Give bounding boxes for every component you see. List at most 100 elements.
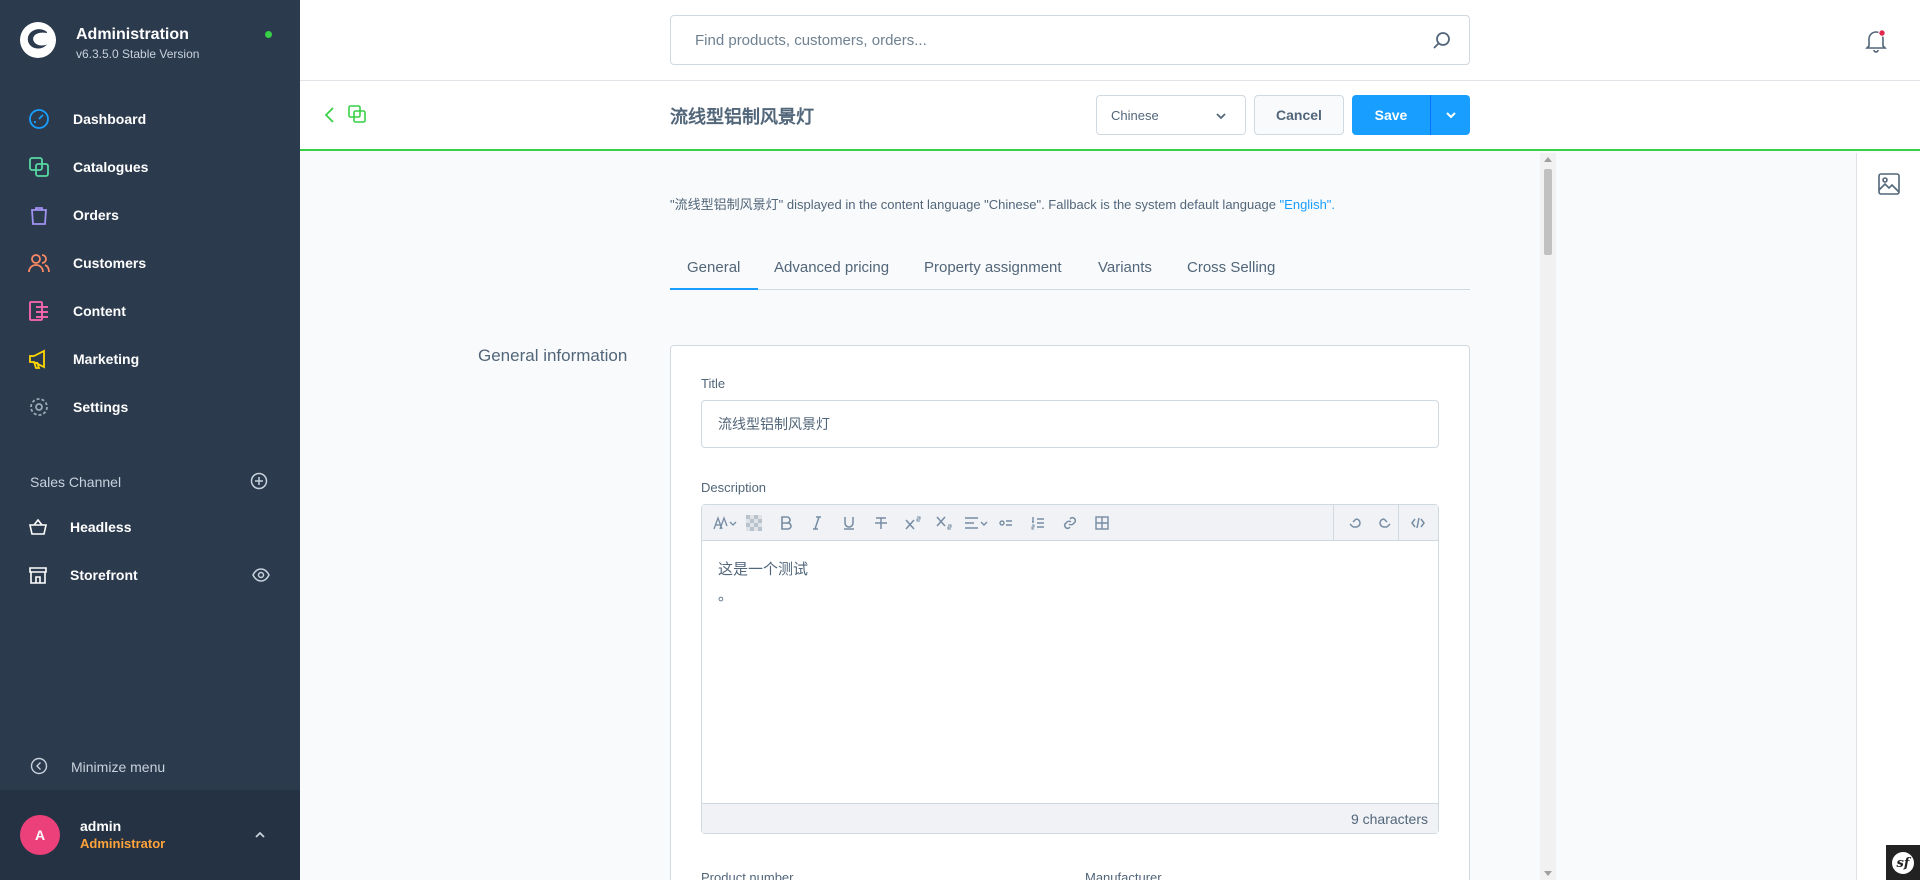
storefront-icon [29, 567, 47, 584]
sales-channel-header: Sales Channel [30, 474, 122, 490]
language-select-value: Chinese [1111, 108, 1159, 123]
nav-item-dashboard[interactable]: Dashboard [0, 95, 300, 143]
title-input[interactable]: 流线型铝制风景灯 [701, 400, 1439, 448]
nav-item-content[interactable]: Content [0, 287, 300, 335]
content-icon [29, 301, 48, 321]
chevron-down-icon [1216, 113, 1226, 120]
language-info-text: "流线型铝制风景灯" displayed in the content lang… [670, 194, 1335, 213]
code-view-icon[interactable] [1409, 514, 1427, 532]
description-label: Description [701, 480, 767, 495]
shopware-logo-icon [20, 22, 56, 58]
main-navigation: Dashboard Catalogues Orders Customers Co… [0, 95, 300, 431]
sales-channel-label: Storefront [70, 567, 138, 583]
tab-cross-selling[interactable]: Cross Selling [1187, 259, 1275, 290]
eye-icon[interactable] [252, 568, 270, 582]
symfony-logo-icon: sf [1892, 852, 1914, 874]
nav-item-orders[interactable]: Orders [0, 191, 300, 239]
user-name: admin [80, 818, 122, 834]
save-options-button[interactable] [1430, 95, 1470, 135]
user-role: Administrator [80, 836, 166, 851]
duplicate-icon[interactable] [348, 105, 366, 123]
save-button[interactable]: Save [1352, 95, 1430, 135]
text-align-icon[interactable] [964, 514, 988, 532]
sales-channel-item-headless[interactable]: Headless [0, 505, 300, 549]
online-status-dot [265, 31, 272, 38]
nav-label: Customers [73, 255, 147, 271]
redo-icon[interactable] [1377, 514, 1395, 532]
tab-advanced-pricing[interactable]: Advanced pricing [774, 259, 889, 290]
nav-label: Marketing [73, 351, 140, 367]
text-style-icon[interactable] [712, 514, 738, 532]
bold-icon[interactable] [777, 514, 795, 532]
search-input[interactable] [672, 17, 1412, 63]
smart-bar: 流线型铝制风景灯 Chinese Cancel Save [300, 81, 1920, 151]
media-image-icon[interactable] [1878, 173, 1900, 195]
language-info-prefix: "流线型铝制风景灯" displayed in the content lang… [670, 197, 1280, 212]
marketing-icon [29, 349, 45, 369]
description-line: 这是一个测试 [718, 561, 809, 578]
back-arrow-icon[interactable] [323, 106, 337, 124]
manufacturer-label: Manufacturer [1085, 870, 1162, 880]
product-number-label: Product number [701, 870, 794, 880]
sales-channel-item-storefront[interactable]: Storefront [0, 553, 300, 597]
nav-item-catalogues[interactable]: Catalogues [0, 143, 300, 191]
tab-general[interactable]: General [670, 259, 758, 290]
bullet-list-icon[interactable] [997, 514, 1015, 532]
chevron-down-icon [1446, 112, 1456, 119]
product-detail-content: "流线型铝制风景灯" displayed in the content lang… [300, 153, 1840, 880]
scrollbar-thumb[interactable] [1544, 169, 1552, 255]
strikethrough-icon[interactable] [872, 514, 890, 532]
chevron-up-icon [255, 831, 265, 838]
character-count: 9 characters [1350, 811, 1428, 827]
brand-version: v6.3.5.0 Stable Version [76, 47, 200, 61]
title-label: Title [701, 376, 726, 391]
sales-channel-label: Headless [70, 519, 132, 535]
background-color-icon[interactable] [745, 514, 763, 532]
user-profile[interactable]: A admin Administrator [0, 790, 300, 880]
undo-icon[interactable] [1345, 514, 1363, 532]
minimize-menu-label: Minimize menu [71, 759, 166, 775]
nav-label: Dashboard [73, 111, 147, 127]
toolbar-separator [1333, 505, 1334, 541]
notification-bell-icon[interactable] [1865, 29, 1887, 53]
orders-icon [31, 207, 47, 225]
page-title: 流线型铝制风景灯 [670, 107, 814, 127]
admin-sidebar: Administration v6.3.5.0 Stable Version D… [0, 0, 300, 880]
catalogues-icon [29, 157, 49, 177]
tab-property-assignment[interactable]: Property assignment [924, 259, 1062, 290]
italic-icon[interactable] [808, 514, 826, 532]
description-editor: 这是一个测试 。 9 characters [701, 504, 1439, 834]
numbered-list-icon[interactable] [1029, 514, 1047, 532]
subscript-icon[interactable] [935, 514, 953, 532]
sidebar-right [1856, 153, 1920, 880]
superscript-icon[interactable] [904, 514, 922, 532]
collapse-circle-icon [30, 757, 48, 775]
nav-label: Orders [73, 207, 119, 223]
tab-variants[interactable]: Variants [1098, 259, 1152, 290]
symfony-toolbar-toggle[interactable]: sf [1886, 845, 1920, 880]
brand-header[interactable]: Administration v6.3.5.0 Stable Version [0, 0, 300, 86]
scroll-up-arrow-icon[interactable] [1544, 157, 1552, 162]
customers-icon [28, 254, 50, 273]
nav-label: Settings [73, 399, 129, 415]
cancel-button[interactable]: Cancel [1254, 95, 1344, 135]
search-icon[interactable] [1433, 31, 1451, 49]
nav-item-marketing[interactable]: Marketing [0, 335, 300, 383]
language-select[interactable]: Chinese [1096, 95, 1246, 135]
dashboard-icon [29, 109, 49, 129]
nav-item-customers[interactable]: Customers [0, 239, 300, 287]
link-icon[interactable] [1061, 514, 1079, 532]
minimize-menu-button[interactable]: Minimize menu [0, 748, 300, 784]
fallback-language-link[interactable]: "English". [1280, 197, 1335, 212]
general-information-card: Title 流线型铝制风景灯 Description 这是一个测试 。 9 ch… [670, 345, 1470, 880]
add-sales-channel-icon[interactable] [250, 472, 268, 490]
table-icon[interactable] [1093, 514, 1111, 532]
settings-icon [30, 398, 48, 416]
underline-icon[interactable] [840, 514, 858, 532]
nav-item-settings[interactable]: Settings [0, 383, 300, 431]
nav-label: Catalogues [73, 159, 149, 175]
content-scrollbar[interactable] [1540, 153, 1556, 880]
scroll-down-arrow-icon[interactable] [1544, 871, 1552, 876]
toolbar-separator [1398, 505, 1399, 541]
description-text[interactable]: 这是一个测试 。 [718, 557, 808, 609]
